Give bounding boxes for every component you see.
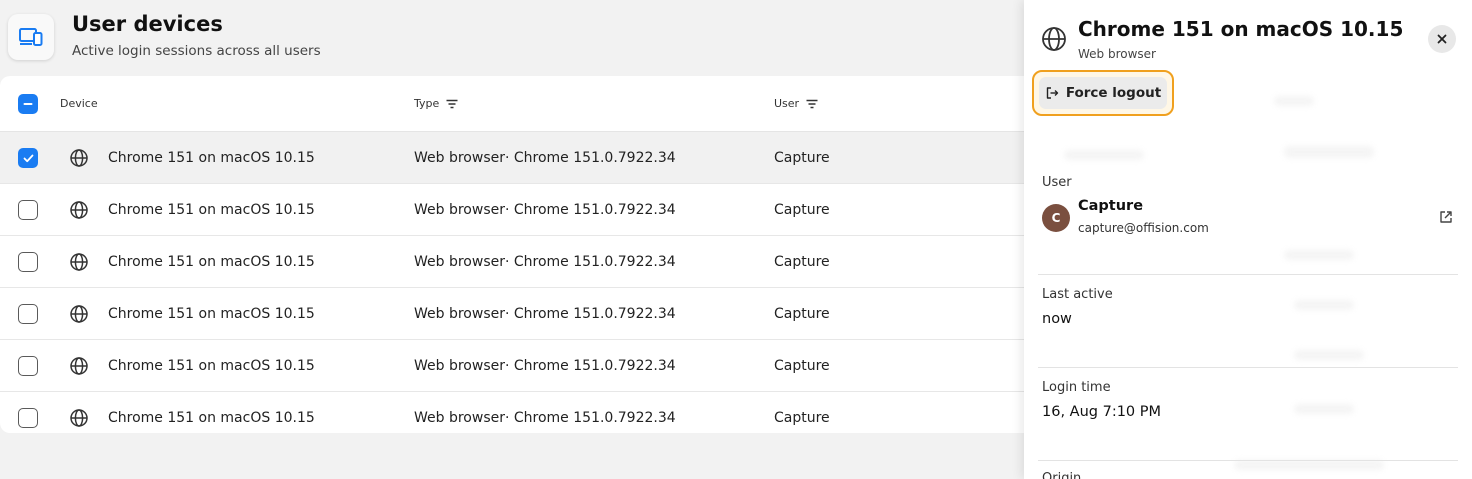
blurred-background xyxy=(1234,460,1384,470)
page-title: User devices xyxy=(72,12,223,36)
logout-icon xyxy=(1046,87,1059,99)
device-type: Web browser· Chrome 151.0.7922.34 xyxy=(414,410,676,426)
filter-icon[interactable] xyxy=(806,99,818,109)
panel-subtitle: Web browser xyxy=(1078,47,1156,61)
blurred-background xyxy=(1064,150,1144,160)
user-label: User xyxy=(1042,175,1072,190)
check-icon xyxy=(23,154,33,162)
table-row[interactable]: Chrome 151 on macOS 10.15 Web browser· C… xyxy=(0,236,1024,288)
device-name: Chrome 151 on macOS 10.15 xyxy=(108,201,315,218)
filter-icon[interactable] xyxy=(446,99,458,109)
device-user: Capture xyxy=(774,305,830,322)
divider xyxy=(1038,367,1458,368)
globe-icon xyxy=(70,409,88,427)
force-logout-focus-ring: Force logout xyxy=(1032,70,1174,116)
divider xyxy=(1038,274,1458,275)
device-name: Chrome 151 on macOS 10.15 xyxy=(108,149,315,166)
device-type: Web browser· Chrome 151.0.7922.34 xyxy=(414,201,676,218)
blurred-background xyxy=(1284,250,1354,260)
device-name: Chrome 151 on macOS 10.15 xyxy=(108,357,315,374)
globe-icon xyxy=(70,149,88,167)
device-detail-panel: Chrome 151 on macOS 10.15 Web browser Fo… xyxy=(1024,0,1472,479)
page-header: User devices Active login sessions acros… xyxy=(0,0,1024,76)
device-type: Web browser· Chrome 151.0.7922.34 xyxy=(414,149,676,166)
user-email: capture@offision.com xyxy=(1078,221,1209,235)
table-row[interactable]: Chrome 151 on macOS 10.15 Web browser· C… xyxy=(0,340,1024,392)
origin-label: Origin xyxy=(1042,471,1082,479)
close-icon xyxy=(1437,34,1447,44)
panel-title: Chrome 151 on macOS 10.15 xyxy=(1078,17,1404,41)
force-logout-button[interactable]: Force logout xyxy=(1039,77,1167,109)
row-checkbox[interactable] xyxy=(18,200,38,220)
device-name: Chrome 151 on macOS 10.15 xyxy=(108,410,315,426)
column-header-type[interactable]: Type xyxy=(414,97,458,110)
globe-icon xyxy=(70,305,88,323)
devices-icon xyxy=(8,14,54,60)
last-active-value: now xyxy=(1042,311,1072,327)
globe-icon xyxy=(1042,27,1066,51)
table-row[interactable]: Chrome 151 on macOS 10.15 Web browser· C… xyxy=(0,132,1024,184)
row-checkbox[interactable] xyxy=(18,408,38,428)
globe-icon xyxy=(70,201,88,219)
globe-icon xyxy=(70,357,88,375)
row-checkbox[interactable] xyxy=(18,356,38,376)
avatar: C xyxy=(1042,204,1070,232)
column-header-user[interactable]: User xyxy=(774,97,818,110)
login-time-value: 16, Aug 7:10 PM xyxy=(1042,404,1162,420)
row-checkbox[interactable] xyxy=(18,252,38,272)
row-checkbox[interactable] xyxy=(18,148,38,168)
device-type: Web browser· Chrome 151.0.7922.34 xyxy=(414,253,676,270)
table-row[interactable]: Chrome 151 on macOS 10.15 Web browser· C… xyxy=(0,392,1024,433)
row-checkbox[interactable] xyxy=(18,304,38,324)
device-user: Capture xyxy=(774,357,830,374)
user-name: Capture xyxy=(1078,198,1144,214)
page-subtitle: Active login sessions across all users xyxy=(72,43,321,59)
table-row[interactable]: Chrome 151 on macOS 10.15 Web browser· C… xyxy=(0,184,1024,236)
login-time-label: Login time xyxy=(1042,380,1111,395)
devices-table: Device Type User Chrome 151 on macOS 10.… xyxy=(0,76,1024,433)
close-button[interactable] xyxy=(1428,25,1456,53)
column-header-device[interactable]: Device xyxy=(60,97,98,110)
device-name: Chrome 151 on macOS 10.15 xyxy=(108,305,315,322)
table-header: Device Type User xyxy=(0,76,1024,132)
blurred-background xyxy=(1294,350,1364,360)
divider xyxy=(1038,460,1458,461)
blurred-background xyxy=(1284,146,1374,158)
blurred-background xyxy=(1274,96,1314,106)
device-user: Capture xyxy=(774,253,830,270)
device-name: Chrome 151 on macOS 10.15 xyxy=(108,253,315,270)
table-row[interactable]: Chrome 151 on macOS 10.15 Web browser· C… xyxy=(0,288,1024,340)
blurred-background xyxy=(1294,404,1354,414)
minus-icon xyxy=(23,103,33,105)
last-active-label: Last active xyxy=(1042,287,1113,302)
device-user: Capture xyxy=(774,201,830,218)
device-type: Web browser· Chrome 151.0.7922.34 xyxy=(414,357,676,374)
device-type: Web browser· Chrome 151.0.7922.34 xyxy=(414,305,676,322)
external-link-icon[interactable] xyxy=(1438,209,1454,225)
device-user: Capture xyxy=(774,410,830,426)
select-all-checkbox[interactable] xyxy=(18,94,38,114)
device-user: Capture xyxy=(774,149,830,166)
globe-icon xyxy=(70,253,88,271)
blurred-background xyxy=(1294,300,1354,310)
